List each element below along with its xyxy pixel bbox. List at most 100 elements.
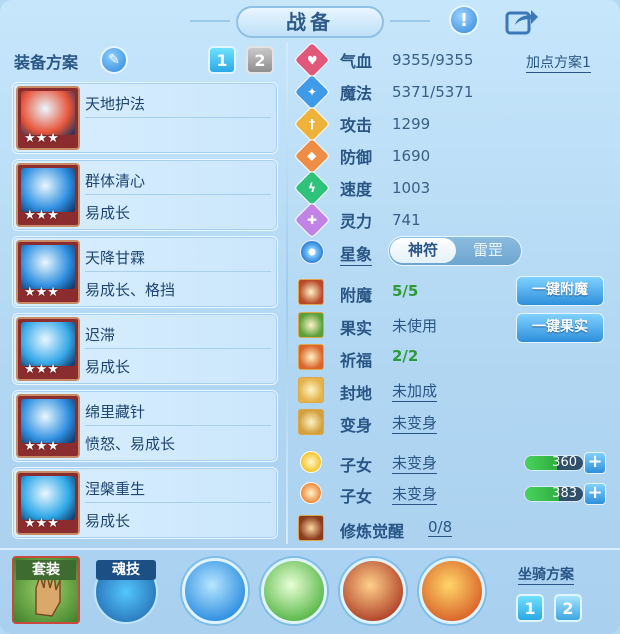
stat-row: † 攻击 1299: [293, 105, 516, 143]
edit-icon[interactable]: ✎: [100, 46, 128, 74]
mount-page-1-button[interactable]: 1: [516, 594, 544, 622]
skill-trait: 愤怒、易成长: [85, 435, 176, 453]
extra-label: 封地: [340, 383, 373, 403]
attribute-plan-link[interactable]: 加点方案1: [526, 52, 591, 73]
exclamation-icon: !: [449, 5, 479, 35]
skill-divider: [85, 502, 271, 503]
skill-card[interactable]: ★★★ 涅槃重生 易成长: [12, 467, 278, 539]
mount-scheme-label[interactable]: 坐骑方案: [518, 564, 574, 585]
extra-label: 附魔: [340, 286, 373, 305]
window-title: 战备: [236, 6, 384, 38]
skill-art: [21, 168, 75, 212]
stat-value: 9355/9355: [392, 51, 474, 69]
extra-value: 未使用: [392, 316, 438, 335]
equip-extra-row[interactable]: 封地 未加成: [296, 376, 496, 406]
toggle-option-shenfu[interactable]: 神符: [390, 238, 456, 263]
skill-card[interactable]: ★★★ 群体清心 易成长: [12, 159, 278, 231]
skill-art: [21, 476, 75, 520]
child-row[interactable]: 子女 未变身: [296, 448, 496, 478]
child-icon: [300, 482, 322, 504]
share-button[interactable]: [504, 2, 540, 38]
skill-icon: ★★★: [16, 317, 80, 381]
star-rating: ★★★: [24, 439, 59, 454]
rune-slot[interactable]: [419, 558, 485, 624]
skill-card[interactable]: ★★★ 绵里藏针 愤怒、易成长: [12, 390, 278, 462]
stat-label: 气血: [340, 52, 373, 71]
alert-button[interactable]: !: [446, 2, 482, 38]
stat-value: 1690: [392, 147, 431, 165]
child-row[interactable]: 子女 未变身: [296, 479, 496, 509]
cultivation-label: 修炼觉醒: [340, 522, 405, 541]
star-rating: ★★★: [24, 516, 59, 531]
skill-name: 绵里藏针: [85, 403, 146, 421]
child-progress-value: 360: [552, 455, 577, 470]
extra-value: 未加成: [392, 381, 438, 402]
skill-art: [21, 91, 75, 135]
skill-card[interactable]: ★★★ 天降甘霖 易成长、格挡: [12, 236, 278, 308]
extra-icon: [298, 376, 324, 403]
star-sign-row: 星象 神符 雷罡: [296, 236, 536, 268]
skill-art: [21, 245, 75, 289]
skill-trait: 易成长: [85, 204, 131, 222]
child-add-button[interactable]: +: [584, 452, 606, 474]
extra-label: 变身: [340, 416, 373, 435]
extra-icon: [298, 311, 324, 338]
skill-divider: [85, 117, 271, 118]
equip-extra-row[interactable]: 变身 未变身: [296, 408, 496, 438]
skill-divider: [85, 194, 271, 195]
skill-trait: 易成长: [85, 358, 131, 376]
extra-icon: [298, 409, 324, 435]
stat-row: ◆ 防御 1690: [293, 137, 516, 175]
stat-label: 速度: [340, 180, 373, 199]
equipment-scheme-label: 装备方案: [14, 53, 79, 72]
skill-name: 迟滞: [85, 326, 116, 344]
skill-icon: ★★★: [16, 471, 80, 535]
share-icon: [505, 10, 538, 35]
extra-icon: [298, 279, 324, 305]
scheme-page-1-button[interactable]: 1: [208, 46, 236, 74]
skill-art: [21, 322, 75, 366]
toggle-option-leigang[interactable]: 雷罡: [457, 238, 519, 263]
star-sign-label[interactable]: 星象: [340, 241, 373, 266]
equip-extra-row[interactable]: 祈福 2/2: [296, 343, 496, 373]
soul-skill-label: 魂技: [96, 560, 156, 580]
child-value: 未变身: [392, 454, 438, 474]
stat-icon: ♥: [293, 41, 331, 79]
extra-label: 祈福: [340, 351, 373, 370]
skill-trait: 易成长: [85, 512, 131, 530]
stat-row: ϟ 速度 1003: [293, 169, 516, 207]
stat-value: 1299: [392, 115, 431, 133]
star-sign-toggle[interactable]: 神符 雷罡: [388, 236, 522, 266]
equip-extra-row[interactable]: 附魔 5/5: [296, 278, 496, 308]
rune-slot[interactable]: [340, 558, 406, 624]
mount-page-2-button[interactable]: 2: [554, 594, 582, 622]
enchant-all-button[interactable]: 一键附魔: [516, 276, 604, 306]
stat-label: 攻击: [340, 116, 373, 135]
fruit-all-button[interactable]: 一键果实: [516, 313, 604, 343]
extra-label: 果实: [340, 318, 373, 338]
stat-label: 灵力: [340, 212, 373, 231]
skill-card[interactable]: ★★★ 天地护法: [12, 82, 278, 154]
rune-slot[interactable]: [182, 558, 248, 624]
child-label: 子女: [340, 487, 373, 506]
scheme-page-2-button[interactable]: 2: [246, 46, 274, 74]
star-rating: ★★★: [24, 362, 59, 377]
cultivation-row[interactable]: 修炼觉醒 0/8: [296, 514, 516, 544]
stat-icon: †: [293, 105, 331, 143]
extra-value: 未变身: [392, 414, 438, 434]
extra-icon: [298, 344, 324, 370]
skill-card[interactable]: ★★★ 迟滞 易成长: [12, 313, 278, 385]
suit-label: 套装: [16, 560, 76, 580]
child-add-button[interactable]: +: [584, 483, 606, 505]
skill-trait: 易成长、格挡: [85, 281, 176, 299]
skill-icon: ★★★: [16, 86, 80, 150]
stat-value: 741: [392, 211, 421, 229]
child-label: 子女: [340, 456, 373, 475]
rune-slot[interactable]: [261, 558, 327, 624]
skill-icon: ★★★: [16, 163, 80, 227]
equip-extra-row[interactable]: 果实 未使用: [296, 311, 496, 341]
skill-name: 天降甘霖: [85, 249, 146, 267]
skill-art: [21, 399, 75, 443]
star-rating: ★★★: [24, 131, 59, 146]
stat-row: ✚ 灵力 741: [293, 201, 516, 239]
